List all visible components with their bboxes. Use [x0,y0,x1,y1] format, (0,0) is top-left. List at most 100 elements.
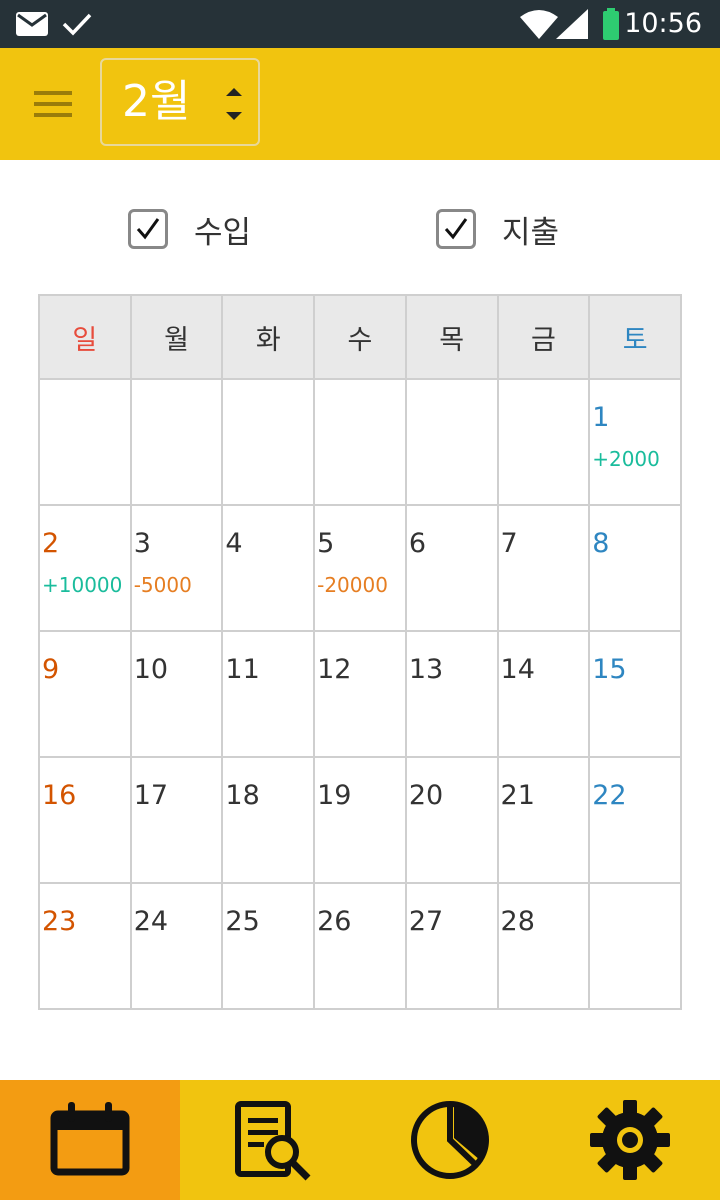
income-amount: +2000 [592,447,660,471]
checkmark-icon [136,218,160,240]
status-time: 10:56 [624,8,702,39]
calendar-day-cell[interactable]: 5 -20000 [313,504,407,632]
nav-settings[interactable] [540,1080,720,1200]
income-checkbox[interactable] [128,209,168,249]
calendar-day-cell[interactable]: 19 [313,756,407,884]
calendar-week-row: 1 +2000 [38,378,682,506]
day-number: 8 [592,528,610,559]
day-number: 3 [133,528,151,559]
calendar-day-cell[interactable]: 1 +2000 [588,378,682,506]
day-number: 7 [500,528,518,559]
settings-gear-icon [590,1100,670,1180]
day-number: 22 [592,780,627,811]
day-number: 4 [225,528,243,559]
calendar-empty-cell [221,378,316,506]
day-number: 9 [42,654,60,685]
nav-statistics[interactable] [360,1080,540,1200]
income-filter[interactable]: 수입 [128,208,251,251]
income-amount: +10000 [42,573,123,597]
bottom-nav [0,1080,720,1200]
weekday-thursday: 목 [404,294,499,380]
expense-amount: -5000 [133,573,192,597]
month-selector[interactable]: 2월 [100,58,260,146]
status-bar: 10:56 [0,0,720,48]
calendar-week-row: 9 10 11 12 13 14 15 [38,630,682,758]
app-bar: 2월 [0,48,720,160]
calendar-day-cell[interactable]: 13 [404,630,499,758]
signal-icon [556,0,588,48]
calendar-day-cell[interactable]: 6 [404,504,499,632]
calendar-day-cell[interactable]: 18 [221,756,316,884]
pie-chart-icon [411,1101,489,1179]
day-number: 24 [133,906,169,937]
expense-filter[interactable]: 지출 [436,208,560,251]
report-search-icon [235,1101,311,1181]
expense-label: 지출 [502,214,560,251]
expense-checkbox[interactable] [436,209,476,249]
wifi-icon [520,0,558,48]
check-icon [62,0,92,48]
calendar-day-cell[interactable]: 28 [496,882,591,1010]
calendar-empty-cell [38,378,132,506]
calendar-empty-cell [588,882,682,1010]
weekday-sunday: 일 [38,294,132,380]
calendar-day-cell[interactable]: 3 -5000 [129,504,224,632]
nav-report[interactable] [180,1080,360,1200]
calendar-icon [50,1102,130,1176]
calendar-day-cell[interactable]: 23 [38,882,132,1010]
calendar-day-cell[interactable]: 9 [38,630,132,758]
calendar-day-cell[interactable]: 4 [221,504,316,632]
calendar-week-row: 2 +10000 3 -5000 4 5 -20000 6 7 8 [38,504,682,632]
calendar-day-cell[interactable]: 14 [496,630,591,758]
calendar-day-cell[interactable]: 15 [588,630,682,758]
weekday-tuesday: 화 [221,294,316,380]
calendar-day-cell[interactable]: 8 [588,504,682,632]
day-number: 18 [225,780,260,811]
calendar-empty-cell [404,378,499,506]
checkmark-icon [444,218,468,240]
calendar-day-cell[interactable]: 17 [129,756,224,884]
day-number: 15 [592,654,627,685]
calendar-day-cell[interactable]: 7 [496,504,591,632]
expense-amount: -20000 [317,573,388,597]
calendar-day-cell[interactable]: 27 [404,882,499,1010]
day-number: 5 [317,528,335,559]
spinner-icon[interactable] [224,84,244,124]
calendar-day-cell[interactable]: 12 [313,630,407,758]
calendar-day-cell[interactable]: 20 [404,756,499,884]
calendar-empty-cell [129,378,224,506]
calendar-day-cell[interactable]: 2 +10000 [38,504,132,632]
day-number: 20 [408,780,444,811]
calendar-day-cell[interactable]: 16 [38,756,132,884]
day-number: 1 [592,402,610,433]
day-number: 17 [133,780,169,811]
day-number: 6 [408,528,426,559]
menu-icon[interactable] [26,82,78,126]
calendar-day-cell[interactable]: 22 [588,756,682,884]
calendar-day-cell[interactable]: 10 [129,630,224,758]
day-number: 10 [133,654,169,685]
day-number: 14 [500,654,535,685]
calendar-empty-cell [496,378,591,506]
calendar-week-row: 16 17 18 19 20 21 22 [38,756,682,884]
weekday-monday: 월 [129,294,224,380]
nav-calendar[interactable] [0,1080,180,1200]
calendar-day-cell[interactable]: 21 [496,756,591,884]
calendar-day-cell[interactable]: 26 [313,882,407,1010]
weekday-friday: 금 [496,294,591,380]
day-number: 25 [225,906,260,937]
calendar-empty-cell [313,378,407,506]
day-number: 27 [408,906,444,937]
day-number: 26 [317,906,352,937]
day-number: 23 [42,906,77,937]
month-label: 2월 [122,76,191,127]
calendar-day-cell[interactable]: 25 [221,882,316,1010]
day-number: 28 [500,906,535,937]
day-number: 16 [42,780,77,811]
day-number: 21 [500,780,535,811]
calendar-grid: 일 월 화 수 목 금 토 1 +2000 2 +10000 3 -5000 4 5 -2000… [38,294,682,1010]
calendar-day-cell[interactable]: 24 [129,882,224,1010]
day-number: 12 [317,654,352,685]
calendar-day-cell[interactable]: 11 [221,630,316,758]
weekday-header-row: 일 월 화 수 목 금 토 [38,294,682,380]
